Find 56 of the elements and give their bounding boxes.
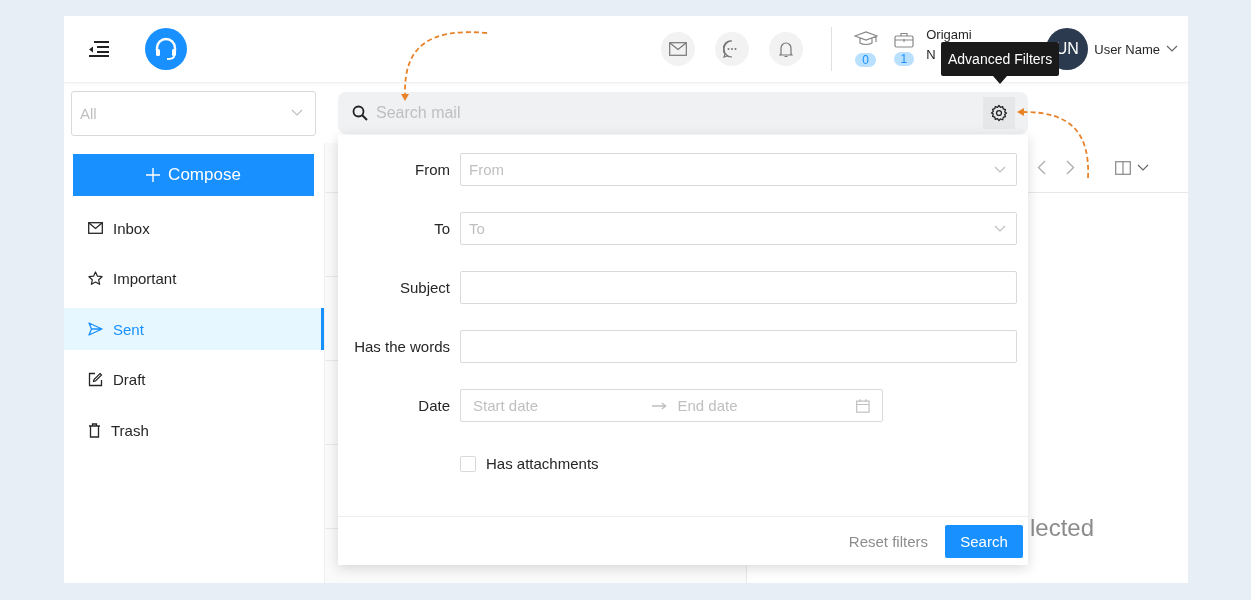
count-badge: 1 [893,52,915,66]
date-range-field[interactable]: Start date End date [460,389,883,422]
headset-logo[interactable] [145,28,187,70]
calendar-icon [856,398,870,413]
send-icon [88,322,103,336]
edit-icon [88,372,103,387]
user-menu[interactable]: User Name [1094,41,1178,57]
previous-button[interactable] [1037,160,1046,175]
folder-item[interactable]: Draft [64,358,324,401]
plus-icon [146,168,161,182]
layout-button[interactable] [1115,160,1149,175]
envelope-icon [668,42,687,56]
caret-icon [1166,45,1178,53]
reset-filters-button[interactable]: Reset filters [848,532,928,550]
caret-icon [994,224,1006,233]
envelope-icon [88,222,103,234]
caret-icon [1137,163,1149,172]
input-field[interactable] [460,271,1017,304]
arrow-icon [651,401,668,410]
input-field[interactable] [460,330,1017,363]
checkbox[interactable] [460,455,476,472]
menu-collapse-icon[interactable] [88,41,110,57]
folder-item[interactable]: Trash [64,409,324,451]
mail-button[interactable] [660,32,695,66]
select-field[interactable]: From [460,153,1017,186]
annotation-arrow [1017,108,1089,179]
empty-message: lected [1030,514,1095,542]
select-field[interactable]: To [460,212,1017,245]
count-badge: 0 [855,53,876,67]
checkbox-label: Has attachments [486,455,599,472]
bell-icon [778,40,793,58]
folder-item[interactable]: Sent [64,308,324,350]
search-button[interactable]: Search [945,524,1023,558]
caret-icon [291,109,303,117]
folder-item[interactable]: Important [64,257,324,300]
folder-select[interactable]: All [71,90,316,136]
field-label: From [414,161,450,178]
chat-button[interactable] [714,32,749,66]
field-label: Subject [398,279,450,296]
organization-name: Origami [926,26,972,44]
notification-button[interactable] [768,32,803,66]
settings-button[interactable] [983,97,1015,129]
folder-item[interactable]: Inbox [64,207,324,249]
field-label: Date [417,397,450,414]
field-label: Has the words [353,338,450,355]
search-icon [352,105,368,121]
compose-button[interactable]: Compose [73,154,314,196]
briefcase-icon [893,32,914,48]
tooltip-pointer [993,76,1007,84]
field-label: To [433,220,450,237]
organization-name: N [926,46,936,64]
caret-icon [994,165,1006,174]
star-icon [88,271,103,286]
trash-icon [88,422,101,438]
settings-icon [990,104,1008,122]
next-button[interactable] [1066,160,1075,175]
